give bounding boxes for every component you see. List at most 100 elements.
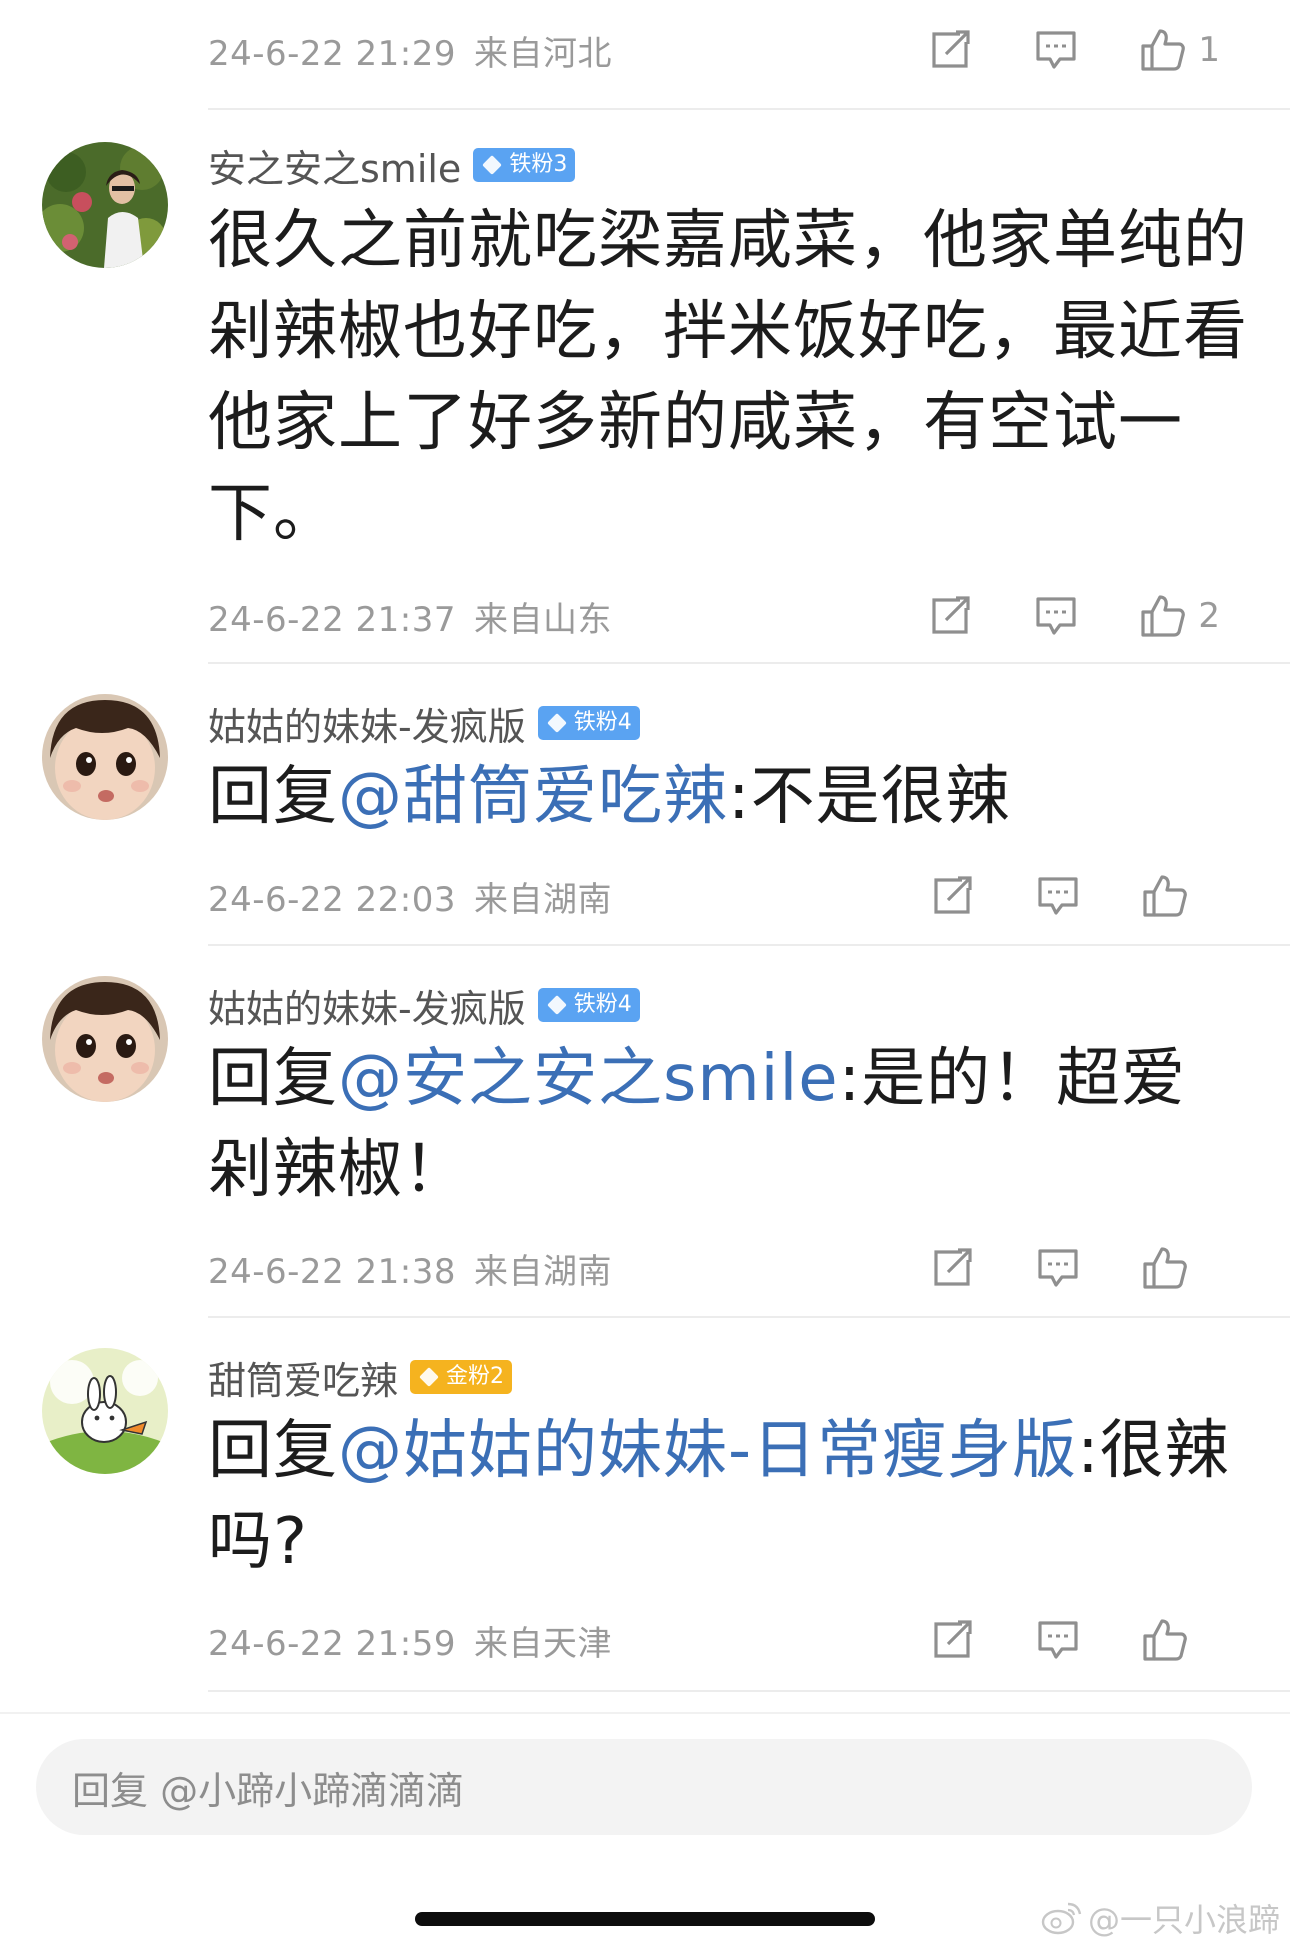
comment-button[interactable] [1034, 588, 1078, 644]
fan-badge: 铁粉3 [473, 148, 576, 182]
share-button[interactable] [932, 1240, 974, 1296]
comment-actions [870, 1240, 1220, 1296]
share-icon [932, 596, 970, 634]
share-button[interactable] [932, 868, 974, 924]
diamond-icon [546, 713, 567, 733]
mention-link[interactable]: @姑姑的妹妹-日常瘦身版 [338, 1414, 1077, 1488]
comment-icon [1038, 1621, 1078, 1659]
fan-badge: 铁粉4 [537, 988, 640, 1022]
diamond-icon [546, 995, 567, 1015]
mention-link[interactable]: @安之安之smile [338, 1042, 839, 1116]
comment-location: 来自湖南 [474, 879, 612, 920]
comment-header: 姑姑的妹妹-发疯版 铁粉4 [208, 696, 640, 751]
like-button[interactable] [1142, 868, 1220, 924]
reply-input[interactable]: 回复 @小蹄小蹄滴滴滴 [36, 1739, 1252, 1835]
username[interactable]: 姑姑的妹妹-发疯版 [208, 978, 526, 1033]
thumbs-up-icon [1141, 595, 1186, 637]
comment-meta: 24-6-22 21:29 来自河北 [208, 26, 612, 75]
like-count: 1 [1198, 30, 1220, 70]
thumbs-up-icon [1141, 29, 1186, 71]
comment-actions [870, 1612, 1220, 1668]
username[interactable]: 安之安之smile [208, 138, 461, 193]
comment-timestamp: 24-6-22 21:37 [208, 599, 456, 640]
comment-timestamp: 24-6-22 21:29 [208, 33, 456, 74]
comment-icon [1036, 597, 1076, 635]
comment-timestamp: 24-6-22 21:59 [208, 1623, 456, 1664]
comment-actions: 2 [868, 588, 1220, 644]
avatar-image [42, 976, 168, 1102]
avatar[interactable] [42, 694, 168, 820]
reply-content: :不是很辣 [728, 760, 1011, 834]
comment-thread-page: 24-6-22 21:29 来自河北 1 安之安之smile 铁粉3 很久之前就… [0, 0, 1290, 1949]
home-indicator[interactable] [415, 1912, 875, 1926]
comment-meta: 24-6-22 21:38 来自湖南 [208, 1244, 612, 1293]
comment-timestamp: 24-6-22 22:03 [208, 879, 456, 920]
like-button[interactable]: 2 [1140, 588, 1220, 644]
divider [208, 1316, 1290, 1318]
thumbs-up-icon [1143, 1247, 1187, 1289]
comment-meta-row: 24-6-22 21:38 来自湖南 [208, 1240, 1258, 1296]
comment-text: 回复@安之安之smile:是的！超爱剁辣椒！ [208, 1034, 1248, 1216]
avatar[interactable] [42, 1348, 168, 1474]
like-button[interactable]: 1 [1140, 22, 1220, 78]
comment-icon [1038, 1249, 1078, 1287]
username[interactable]: 甜筒爱吃辣 [208, 1350, 398, 1405]
comment-location: 来自天津 [474, 1623, 612, 1664]
avatar[interactable] [42, 976, 168, 1102]
comment-meta: 24-6-22 22:03 来自湖南 [208, 872, 612, 921]
comment-location: 来自山东 [474, 599, 612, 640]
divider [208, 108, 1290, 110]
diamond-icon [419, 1367, 439, 1387]
comment-location: 来自湖南 [474, 1251, 612, 1292]
share-button[interactable] [930, 588, 972, 644]
comment-header: 甜筒爱吃辣 金粉2 [208, 1350, 513, 1405]
comment-meta-row: 24-6-22 21:29 来自河北 1 [208, 22, 1258, 78]
share-icon [934, 1248, 972, 1286]
comment-actions [870, 868, 1220, 924]
like-button[interactable] [1142, 1240, 1220, 1296]
comment-meta: 24-6-22 21:59 来自天津 [208, 1616, 612, 1665]
divider [208, 1690, 1290, 1692]
like-button[interactable] [1142, 1612, 1220, 1668]
avatar-image [42, 1348, 168, 1474]
comment-meta-row: 24-6-22 21:37 来自山东 2 [208, 588, 1258, 644]
comment-meta-row: 24-6-22 22:03 来自湖南 [208, 868, 1258, 924]
comment-icon [1038, 877, 1078, 915]
fan-badge: 金粉2 [410, 1360, 513, 1394]
like-count: 2 [1198, 596, 1220, 636]
badge-label: 铁粉3 [509, 152, 568, 177]
comment-button[interactable] [1036, 868, 1080, 924]
weibo-logo-icon [1041, 1902, 1082, 1935]
comment-text: 回复@甜筒爱吃辣:不是很辣 [208, 752, 1248, 843]
comment-header: 安之安之smile 铁粉3 [208, 138, 576, 193]
badge-label: 铁粉4 [573, 992, 632, 1017]
avatar-image [42, 694, 168, 820]
comment-meta: 24-6-22 21:37 来自山东 [208, 592, 612, 641]
watermark: @一只小浪蹄 [1040, 1895, 1280, 1941]
comment-text: 回复@姑姑的妹妹-日常瘦身版:很辣吗? [208, 1406, 1248, 1588]
share-icon [934, 876, 972, 914]
reply-prefix: 回复 [208, 760, 338, 834]
thumbs-up-icon [1143, 1619, 1187, 1661]
share-icon [934, 1620, 972, 1658]
avatar[interactable] [42, 142, 168, 268]
avatar-image [42, 142, 168, 268]
share-button[interactable] [932, 1612, 974, 1668]
badge-label: 金粉2 [446, 1364, 505, 1389]
comment-button[interactable] [1034, 22, 1078, 78]
comment-location: 来自河北 [474, 33, 612, 74]
share-button[interactable] [930, 22, 972, 78]
username[interactable]: 姑姑的妹妹-发疯版 [208, 696, 526, 751]
comment-meta-row: 24-6-22 21:59 来自天津 [208, 1612, 1258, 1668]
fan-badge: 铁粉4 [537, 706, 640, 740]
divider [208, 662, 1290, 664]
comment-header: 姑姑的妹妹-发疯版 铁粉4 [208, 978, 640, 1033]
mention-link[interactable]: @甜筒爱吃辣 [338, 760, 728, 834]
watermark-text: @一只小浪蹄 [1087, 1901, 1280, 1939]
divider [208, 944, 1290, 946]
comment-button[interactable] [1036, 1240, 1080, 1296]
badge-label: 铁粉4 [573, 710, 632, 735]
share-icon [932, 30, 970, 68]
comment-timestamp: 24-6-22 21:38 [208, 1251, 456, 1292]
comment-button[interactable] [1036, 1612, 1080, 1668]
